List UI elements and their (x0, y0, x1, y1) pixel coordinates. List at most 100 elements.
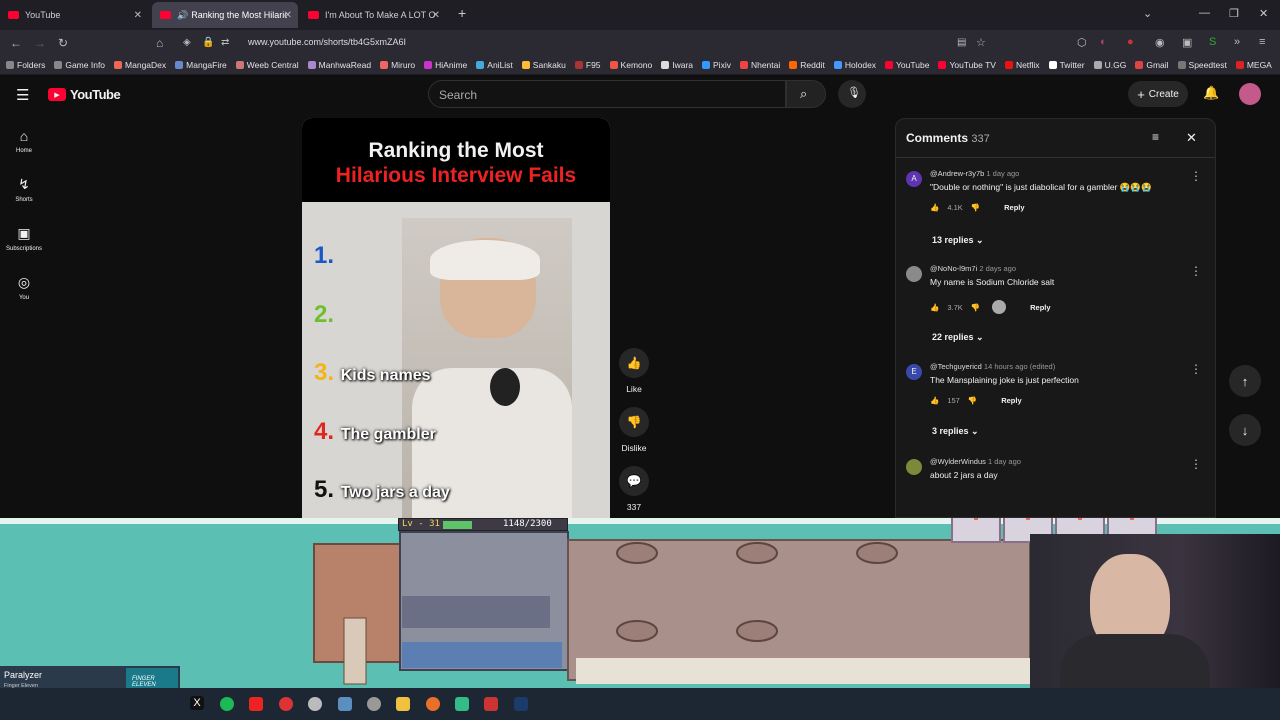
bookmark-item[interactable]: Miruro (380, 60, 415, 70)
avatar[interactable]: A (906, 171, 922, 187)
replies-toggle[interactable]: 3 replies ⌄ (932, 426, 979, 437)
avatar[interactable] (906, 266, 922, 282)
bookmark-star-icon[interactable]: ☆ (976, 36, 986, 49)
tab-lot[interactable]: I'm About To Make A LOT Of Pe✕ (300, 2, 446, 28)
reply-button[interactable]: Reply (1030, 303, 1050, 312)
extension-icon[interactable]: ◉ (1155, 36, 1165, 49)
bookmark-item[interactable]: Gmail (1135, 60, 1169, 70)
bookmark-item[interactable]: U.GG (1093, 60, 1126, 70)
close-tab-icon[interactable]: ✕ (432, 10, 440, 21)
steam-icon[interactable] (514, 697, 528, 711)
reload-icon[interactable]: ↻ (58, 36, 68, 50)
bookmark-item[interactable]: ManhwaRead (307, 60, 371, 70)
like-icon[interactable]: 👍 (930, 203, 939, 212)
bookmark-item[interactable]: HiAnime (424, 60, 467, 70)
close-window-icon[interactable]: ✕ (1259, 7, 1268, 20)
more-options-icon[interactable]: ⋮ (1190, 362, 1202, 376)
bookmark-item[interactable]: Weeb Central (235, 60, 299, 70)
reply-button[interactable]: Reply (1001, 396, 1021, 405)
avatar[interactable] (1239, 83, 1261, 105)
bookmark-item[interactable]: Speedtest (1177, 60, 1227, 70)
bookmark-item[interactable]: F95 (574, 60, 601, 70)
close-tab-icon[interactable]: ✕ (284, 10, 292, 21)
new-tab-icon[interactable]: + (458, 5, 466, 21)
bookmark-item[interactable]: Nhentai (739, 60, 780, 70)
minimize-icon[interactable]: — (1199, 7, 1210, 19)
app-icon[interactable] (279, 697, 293, 711)
bookmark-item[interactable]: Iwara (661, 60, 693, 70)
close-tab-icon[interactable]: ✕ (134, 10, 142, 21)
app-icon[interactable] (367, 697, 381, 711)
comment-author[interactable]: @WylderWindus (930, 457, 986, 466)
sidebar-item-shorts[interactable]: ↯ Shorts (0, 176, 48, 203)
bookmark-item[interactable]: MEGA (1235, 60, 1272, 70)
like-button[interactable]: 👍 Like (617, 348, 651, 394)
app-icon[interactable] (338, 697, 352, 711)
permissions-icon[interactable]: ⇄ (221, 37, 229, 48)
bookmark-item[interactable]: Reddit (789, 60, 825, 70)
app-icon[interactable] (455, 697, 469, 711)
x-app-icon[interactable]: X (190, 696, 204, 710)
bookmark-item[interactable]: YouTube (885, 60, 929, 70)
extension-icon[interactable]: S (1209, 36, 1216, 48)
like-icon[interactable]: 👍 (930, 303, 939, 312)
reader-view-icon[interactable]: ▤ (957, 37, 966, 48)
youtube-app-icon[interactable] (249, 697, 263, 711)
dislike-button[interactable]: 👎 Dislike (617, 407, 651, 453)
bookmark-item[interactable]: Pixiv (702, 60, 731, 70)
shield-icon[interactable]: ◈ (183, 37, 191, 48)
like-icon[interactable]: 👍 (930, 396, 939, 405)
youtube-logo[interactable]: ▶ YouTube (48, 87, 121, 102)
file-explorer-icon[interactable] (396, 697, 410, 711)
bookmark-item[interactable]: Netflix (1004, 60, 1040, 70)
comment-author[interactable]: @NoNo-l9m7i (930, 264, 977, 273)
notifications-bell-icon[interactable]: 🔔 (1203, 85, 1219, 101)
close-icon[interactable]: ✕ (1186, 130, 1197, 146)
search-button[interactable]: ⌕ (786, 80, 826, 108)
tab-active-short[interactable]: 🔊Ranking the Most Hilarious✕ (152, 2, 298, 28)
dislike-icon[interactable]: 👎 (971, 303, 980, 312)
menu-icon[interactable]: ≡ (1259, 36, 1265, 48)
tab-list-icon[interactable]: ⌄ (1143, 7, 1152, 20)
overflow-icon[interactable]: » (1234, 36, 1240, 48)
sidebar-item-you[interactable]: ◎ You (0, 274, 48, 301)
more-options-icon[interactable]: ⋮ (1190, 457, 1202, 471)
maximize-icon[interactable]: ❐ (1229, 7, 1239, 20)
short-video-player[interactable]: Ranking the Most Hilarious Interview Fai… (302, 118, 610, 520)
bookmark-item[interactable]: Holodex (833, 60, 876, 70)
bookmark-item[interactable]: Game Info (54, 60, 105, 70)
avatar[interactable]: E (906, 364, 922, 380)
comment-author[interactable]: @Andrew-r3y7b (930, 169, 984, 178)
home-icon[interactable]: ⌂ (156, 36, 163, 50)
bookmark-item[interactable]: Twitter (1048, 60, 1085, 70)
comments-button[interactable]: 💬 337 (617, 466, 651, 512)
more-options-icon[interactable]: ⋮ (1190, 264, 1202, 278)
back-icon[interactable]: ← (10, 36, 22, 50)
firefox-icon[interactable] (426, 697, 440, 711)
next-video-button[interactable]: ↓ (1229, 414, 1261, 446)
bookmark-item[interactable]: Folders (6, 60, 45, 70)
avatar[interactable] (906, 459, 922, 475)
dislike-icon[interactable]: 👎 (968, 396, 977, 405)
replies-toggle[interactable]: 13 replies ⌄ (932, 235, 984, 246)
bookmark-item[interactable]: Kemono (609, 60, 652, 70)
bookmark-item[interactable]: MangaFire (175, 60, 227, 70)
forward-icon[interactable]: → (34, 36, 46, 50)
lock-icon[interactable]: 🔒 (202, 37, 214, 48)
search-input[interactable]: Search (428, 80, 786, 108)
sort-icon[interactable]: ≡ (1152, 130, 1159, 144)
comment-author[interactable]: @Techguyericd (930, 362, 982, 371)
more-options-icon[interactable]: ⋮ (1190, 169, 1202, 183)
voice-search-button[interactable]: 🎙 (838, 80, 866, 108)
extensions-icon[interactable]: ⬡ (1077, 36, 1087, 49)
extension-icon[interactable]: ◐ (1100, 36, 1107, 48)
spotify-icon[interactable] (220, 697, 234, 711)
sidebar-item-subscriptions[interactable]: ▣ Subscriptions (0, 225, 48, 252)
extension-icon[interactable]: ▣ (1182, 36, 1192, 49)
sidebar-item-home[interactable]: ⌂ Home (0, 128, 48, 154)
app-icon[interactable] (484, 697, 498, 711)
bookmark-item[interactable]: AniList (476, 60, 513, 70)
hamburger-menu-icon[interactable]: ☰ (16, 86, 29, 104)
reply-button[interactable]: Reply (1004, 203, 1024, 212)
bookmark-item[interactable]: Sankaku (521, 60, 566, 70)
